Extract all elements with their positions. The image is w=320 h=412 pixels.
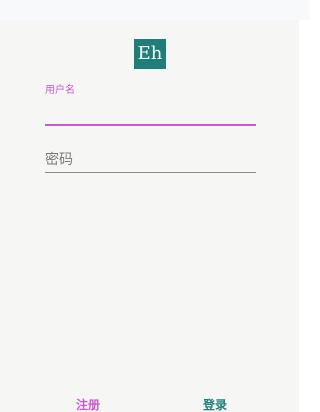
login-screen: Eh 用户名 注册 登录 xyxy=(0,0,310,412)
username-label: 用户名 xyxy=(45,85,75,96)
register-button[interactable]: 注册 xyxy=(70,396,106,412)
username-field[interactable]: 用户名 xyxy=(45,84,256,128)
login-button[interactable]: 登录 xyxy=(197,396,233,412)
app-logo: Eh xyxy=(134,39,166,69)
login-panel: Eh 用户名 xyxy=(0,20,299,412)
password-input[interactable] xyxy=(45,148,256,173)
top-bar xyxy=(0,0,310,20)
password-field[interactable] xyxy=(45,148,256,175)
username-underline xyxy=(45,124,256,126)
